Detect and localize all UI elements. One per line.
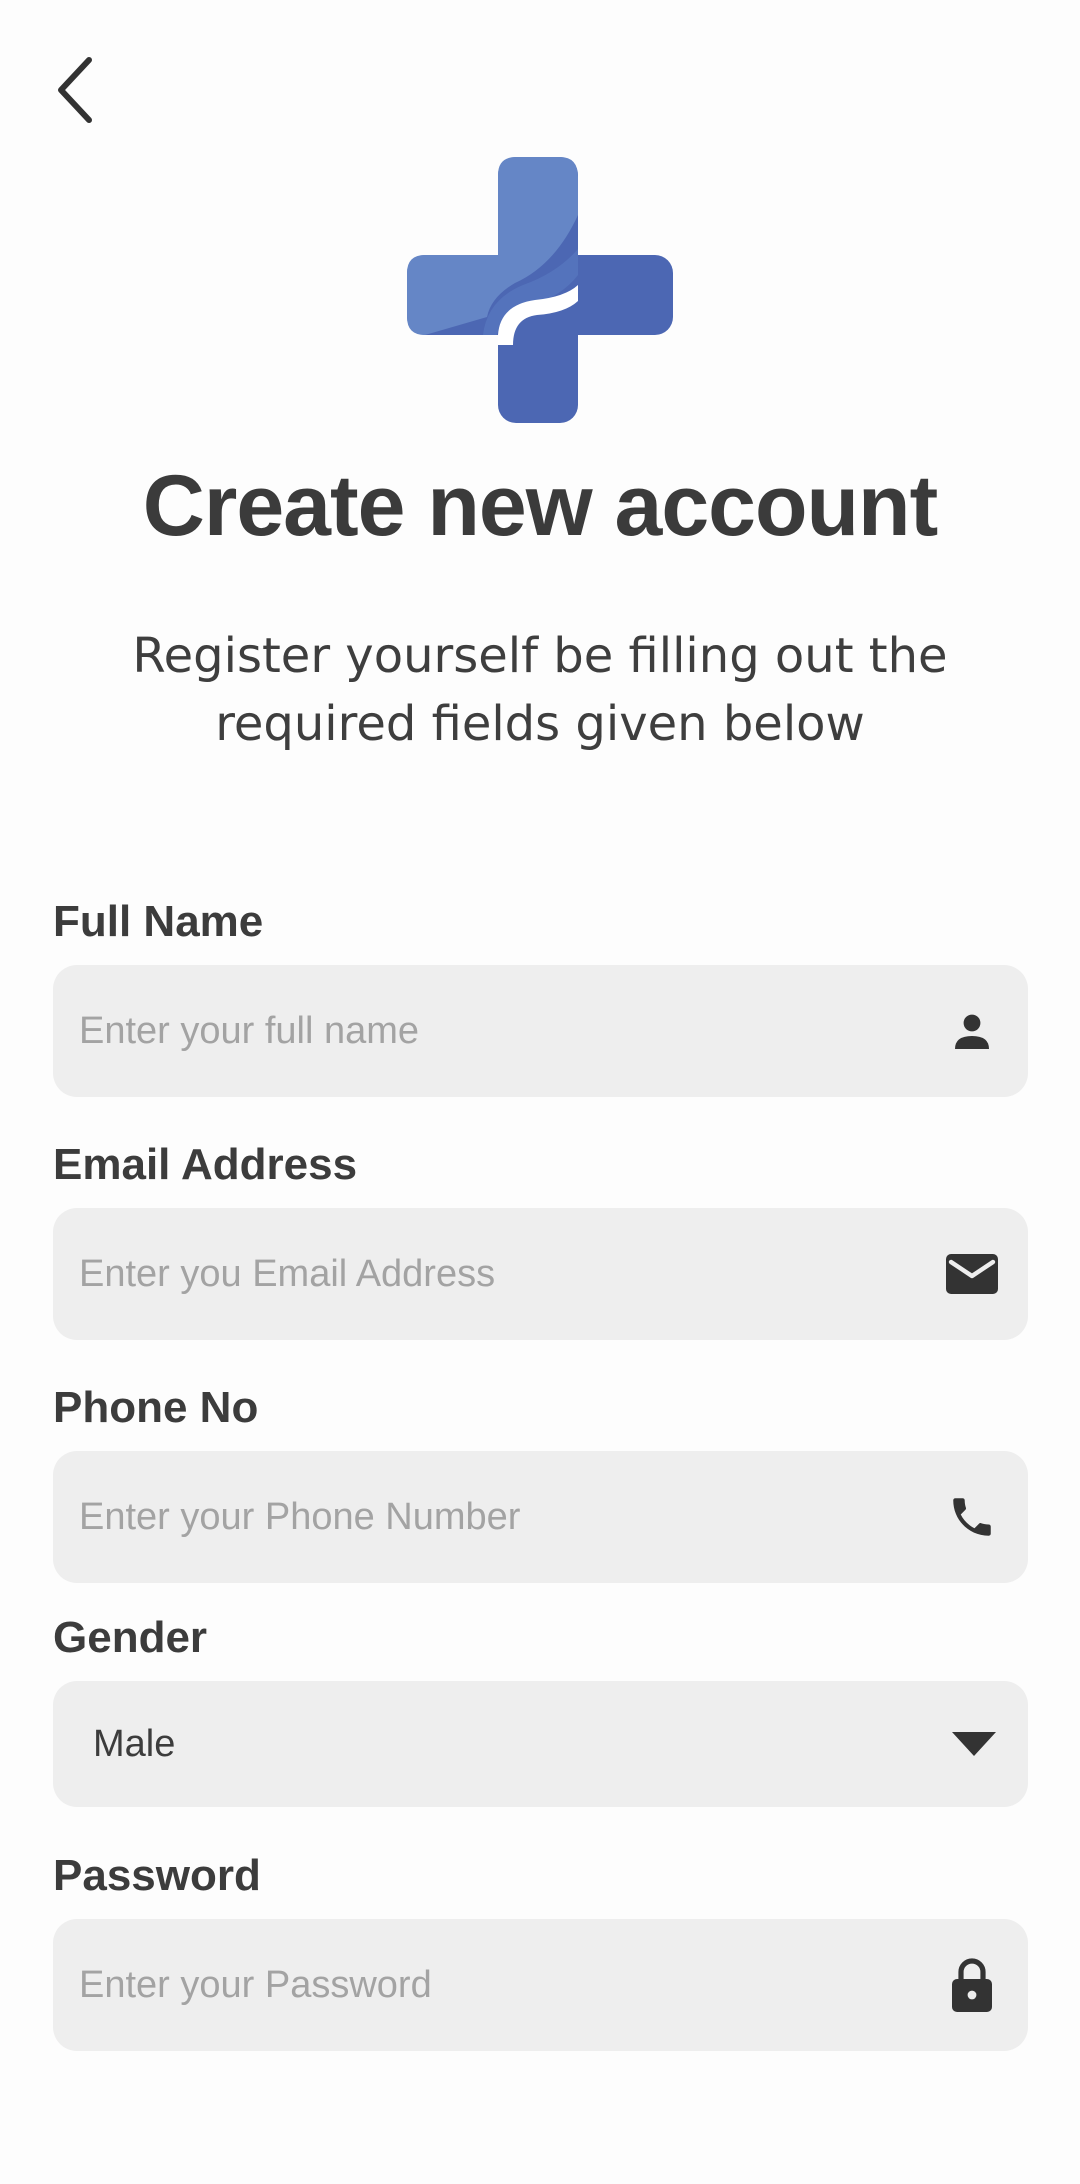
page-subtitle: Register yourself be filling out the req… — [132, 628, 948, 752]
envelope-icon — [944, 1246, 1000, 1302]
password-input[interactable] — [53, 1919, 944, 2051]
gender-label: Gender — [53, 1613, 208, 1662]
chevron-left-icon — [58, 57, 92, 123]
phone-icon — [944, 1489, 1000, 1545]
phone-field[interactable] — [53, 1451, 1028, 1583]
caret-down-icon — [946, 1716, 1002, 1772]
back-button[interactable] — [40, 48, 110, 132]
gender-selected-value: Male — [93, 1722, 176, 1765]
password-field[interactable] — [53, 1919, 1028, 2051]
email-field[interactable] — [53, 1208, 1028, 1340]
medical-cross-logo — [407, 157, 673, 423]
email-label: Email Address — [53, 1140, 358, 1189]
full-name-label: Full Name — [53, 897, 264, 946]
gender-select[interactable]: Male — [53, 1681, 1028, 1807]
person-icon — [944, 1003, 1000, 1059]
full-name-input[interactable] — [53, 965, 944, 1097]
phone-label: Phone No — [53, 1383, 259, 1432]
password-label: Password — [53, 1851, 261, 1900]
full-name-field[interactable] — [53, 965, 1028, 1097]
email-input[interactable] — [53, 1208, 944, 1340]
phone-input[interactable] — [53, 1451, 944, 1583]
lock-icon — [944, 1957, 1000, 2013]
page-title: Create new account — [142, 458, 938, 554]
